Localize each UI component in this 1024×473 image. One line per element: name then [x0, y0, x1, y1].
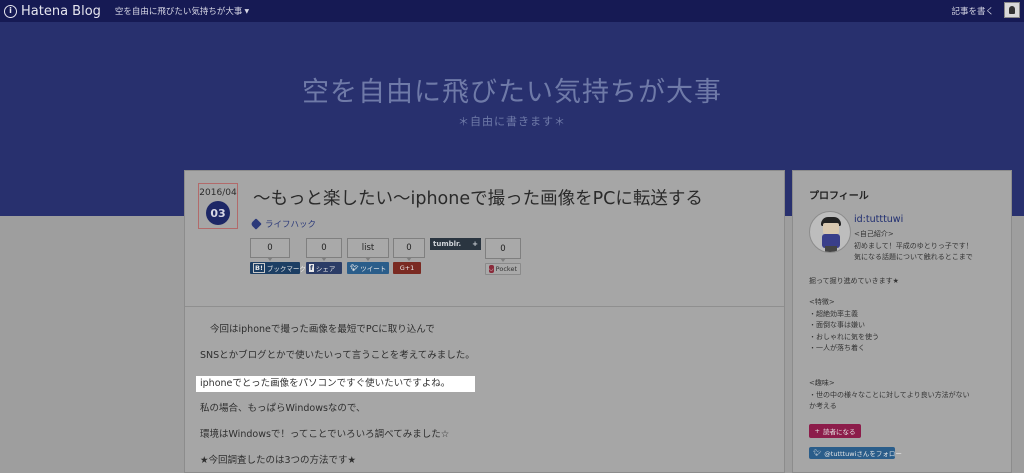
- facebook-count[interactable]: 0: [306, 238, 342, 261]
- tag-icon: [250, 218, 262, 230]
- article-category[interactable]: ライフハック: [250, 218, 317, 230]
- date-day-badge: 03: [206, 201, 230, 225]
- follow-button-label: @tutttuwiさんをフォロー: [824, 450, 902, 458]
- blog-title[interactable]: 空を自由に飛びたい気持ちが大事: [0, 70, 1024, 109]
- facebook-share-label: シェア: [315, 265, 336, 273]
- facebook-f-icon: f: [309, 264, 314, 272]
- profile-intro: <自己紹介> 初めまして！平成のゆとりっ子です！ 気になる話題について触れるとこ…: [854, 229, 1004, 264]
- pocket-button[interactable]: ◡ Pocket: [485, 263, 521, 275]
- paragraph-highlighted: iphoneでとった画像をパソコンですぐ使いたいですよね。: [196, 375, 760, 402]
- profile-hobby: <趣味> ・世の中の様々なことに対してより良い方法がない か考える: [809, 378, 1004, 413]
- paragraph: SNSとかブログとかで使いたいって言うことを考えてみました。: [200, 350, 475, 362]
- tweet-label: ツイート: [360, 265, 387, 273]
- paragraph: 環境はWindowsで！ってことでいろいろ調べてみました☆: [200, 429, 450, 441]
- twitter-list-count[interactable]: list: [347, 238, 389, 261]
- paragraph: 今回はiphoneで撮った画像を最短でPCに取り込んで: [210, 324, 435, 335]
- paragraph: ★今回調査したのは3つの方法です★: [200, 455, 357, 467]
- highlighted-text: iphoneでとった画像をパソコンですぐ使いたいですよね。: [196, 375, 475, 392]
- hatena-bookmark-button[interactable]: B! ブックマーク: [250, 262, 306, 274]
- hatena-bookmark-share: 0 B! ブックマーク: [250, 238, 306, 274]
- subscribe-reader-button[interactable]: + 読者になる: [809, 424, 861, 438]
- twitter-follow-button[interactable]: 🐦︎ @tutttuwiさんをフォロー: [809, 447, 902, 459]
- facebook-share: 0 f シェア: [306, 238, 342, 274]
- brand-name: Hatena Blog: [21, 3, 101, 19]
- facebook-share-button[interactable]: f シェア: [306, 262, 342, 274]
- article-card: 2016/04 03 ～もっと楽したい～iphoneで撮った画像をPCに転送する…: [184, 170, 785, 473]
- pocket-share: 0 ◡ Pocket: [485, 238, 521, 275]
- profile-traits: <特徴> ・超絶効率主義 ・面倒な事は嫌い ・おしゃれに気を使う ・一人が落ち着…: [809, 297, 1004, 355]
- hobby-line: <趣味>: [809, 379, 835, 387]
- plus-icon: +: [472, 240, 478, 248]
- pocket-label: Pocket: [495, 265, 517, 273]
- caret-down-icon: ▼: [244, 7, 250, 15]
- article-body: 今回はiphoneで撮った画像を最短でPCに取り込んで SNSとかブログとかで使…: [196, 323, 760, 473]
- hobby-line: か考える: [809, 402, 837, 410]
- plus-icon: +: [814, 427, 820, 435]
- twitter-bird-icon: 🐦︎: [350, 264, 359, 272]
- intro-line: 気になる話題について触れるとこまで: [854, 253, 973, 261]
- intro-line: 掘って掘り進めていきます★: [809, 277, 899, 285]
- write-article-link[interactable]: 記事を書く: [951, 5, 994, 17]
- trait-line: <特徴>: [809, 298, 835, 306]
- gplus-count[interactable]: 0: [393, 238, 425, 261]
- tumblr-label: tumblr.: [433, 240, 462, 248]
- blog-name-label: 空を自由に飛びたい気持ちが大事: [114, 7, 243, 17]
- article-date[interactable]: 2016/04 03: [198, 183, 238, 229]
- pocket-count[interactable]: 0: [485, 238, 521, 262]
- hatena-bookmark-label: ブックマーク: [266, 265, 306, 273]
- trait-line: ・一人が落ち着く: [809, 344, 865, 352]
- profile-user-id[interactable]: id:tutttuwi: [854, 214, 903, 225]
- trait-line: ・おしゃれに気を使う: [809, 332, 879, 341]
- gplus-share: 0 G+1: [393, 238, 425, 274]
- twitter-share: list 🐦︎ ツイート: [347, 238, 389, 274]
- gplus-button[interactable]: G+1: [393, 262, 421, 274]
- twitter-tweet-button[interactable]: 🐦︎ ツイート: [347, 262, 389, 274]
- profile-avatar[interactable]: [809, 211, 851, 253]
- intro-line: 初めまして！平成のゆとりっ子です！: [854, 241, 973, 250]
- date-year-month: 2016/04: [199, 188, 237, 198]
- trait-line: ・面倒な事は嫌い: [809, 321, 865, 329]
- hatena-bookmark-count[interactable]: 0: [250, 238, 290, 261]
- pocket-icon: ◡: [489, 265, 494, 273]
- reader-button-label: 読者になる: [822, 428, 856, 436]
- hatena-b-icon: B!: [253, 263, 265, 273]
- paragraph: 私の場合、もっぱらWindowsなので、: [200, 402, 366, 414]
- trait-line: ・超絶効率主義: [809, 309, 858, 318]
- global-header: i Hatena Blog 空を自由に飛びたい気持ちが大事 ▼ 記事を書く: [0, 0, 1024, 22]
- blog-name-dropdown[interactable]: 空を自由に飛びたい気持ちが大事 ▼: [115, 5, 249, 17]
- hobby-line: ・世の中の様々なことに対してより良い方法がない: [809, 390, 970, 399]
- hatena-logo-icon: i: [4, 4, 17, 18]
- divider: [185, 306, 784, 307]
- user-avatar[interactable]: [1004, 2, 1020, 18]
- profile-heading: プロフィール: [809, 191, 869, 202]
- intro-line: <自己紹介>: [854, 230, 894, 238]
- blog-description: ＊自由に書きます＊: [458, 115, 566, 128]
- tumblr-share-button[interactable]: tumblr. +: [430, 238, 481, 250]
- article-title[interactable]: ～もっと楽したい～iphoneで撮った画像をPCに転送する: [253, 185, 703, 210]
- profile-sidebar: プロフィール id:tutttuwi <自己紹介> 初めまして！平成のゆとりっ子…: [792, 170, 1012, 473]
- twitter-bird-icon: 🐦︎: [813, 449, 822, 457]
- category-label: ライフハック: [265, 220, 317, 230]
- hatena-blog-logo[interactable]: i Hatena Blog: [4, 4, 101, 19]
